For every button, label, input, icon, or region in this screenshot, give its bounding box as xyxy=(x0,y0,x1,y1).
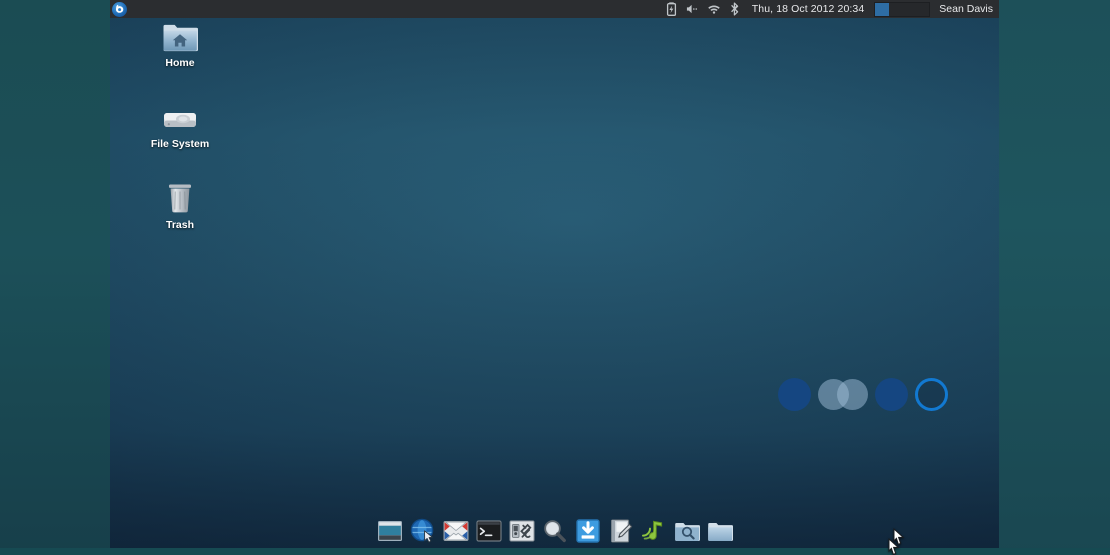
text-editor-icon[interactable] xyxy=(608,518,634,544)
clock[interactable]: Thu, 18 Oct 2012 20:34 xyxy=(749,3,868,15)
workspace-1[interactable] xyxy=(875,2,889,16)
volume-icon[interactable] xyxy=(686,2,700,16)
circle-filled-2[interactable] xyxy=(875,378,908,411)
download-icon[interactable] xyxy=(575,518,601,544)
desktop-icon-home[interactable]: Home xyxy=(130,10,230,69)
workspace-2[interactable] xyxy=(888,2,903,16)
user-menu-label[interactable]: Sean Davis xyxy=(937,3,993,15)
circle-pair[interactable] xyxy=(818,377,868,412)
circle-ring[interactable] xyxy=(915,378,948,411)
desktop-icon-label: Trash xyxy=(165,219,194,231)
hard-drive-icon xyxy=(158,91,202,133)
xfce-mouse-logo-icon[interactable] xyxy=(112,1,127,17)
surround-bottom xyxy=(0,548,1110,555)
desktop-icon-grid: Home File System Trash xyxy=(130,10,250,253)
desktop-icon-label: Home xyxy=(165,57,195,69)
trash-can-icon xyxy=(158,172,202,214)
settings-manager-icon[interactable] xyxy=(509,518,535,544)
show-desktop-icon[interactable] xyxy=(377,518,403,544)
file-search-icon[interactable] xyxy=(674,518,700,544)
circles-widget xyxy=(778,377,948,412)
music-player-icon[interactable] xyxy=(641,518,667,544)
circle-pair-right xyxy=(837,379,868,410)
file-manager-icon[interactable] xyxy=(707,518,733,544)
mail-client-icon[interactable] xyxy=(443,518,469,544)
surround-right xyxy=(999,0,1110,555)
workspace-3[interactable] xyxy=(902,2,916,16)
dock-panel xyxy=(110,514,999,548)
circle-filled-1[interactable] xyxy=(778,378,811,411)
desktop-icon-trash[interactable]: Trash xyxy=(130,172,230,231)
screenshot-root: Thu, 18 Oct 2012 20:34 Sean Davis Home F… xyxy=(0,0,1110,555)
workspace-switcher[interactable] xyxy=(874,1,931,17)
search-magnifier-icon[interactable] xyxy=(542,518,568,544)
home-folder-icon xyxy=(158,10,202,52)
panel-right-group: Thu, 18 Oct 2012 20:34 Sean Davis xyxy=(665,1,999,17)
web-browser-icon[interactable] xyxy=(410,518,436,544)
workspace-4[interactable] xyxy=(915,2,930,16)
panel-left-group xyxy=(110,1,127,17)
desktop-icon-file-system[interactable]: File System xyxy=(130,91,230,150)
terminal-icon[interactable] xyxy=(475,518,502,544)
desktop-screen: Thu, 18 Oct 2012 20:34 Sean Davis Home F… xyxy=(110,0,999,548)
desktop-icon-label: File System xyxy=(150,138,210,150)
bluetooth-icon[interactable] xyxy=(728,2,742,16)
battery-icon[interactable] xyxy=(665,2,679,16)
wifi-icon[interactable] xyxy=(707,2,721,16)
mouse-cursor xyxy=(888,538,900,555)
surround-left xyxy=(0,0,110,555)
